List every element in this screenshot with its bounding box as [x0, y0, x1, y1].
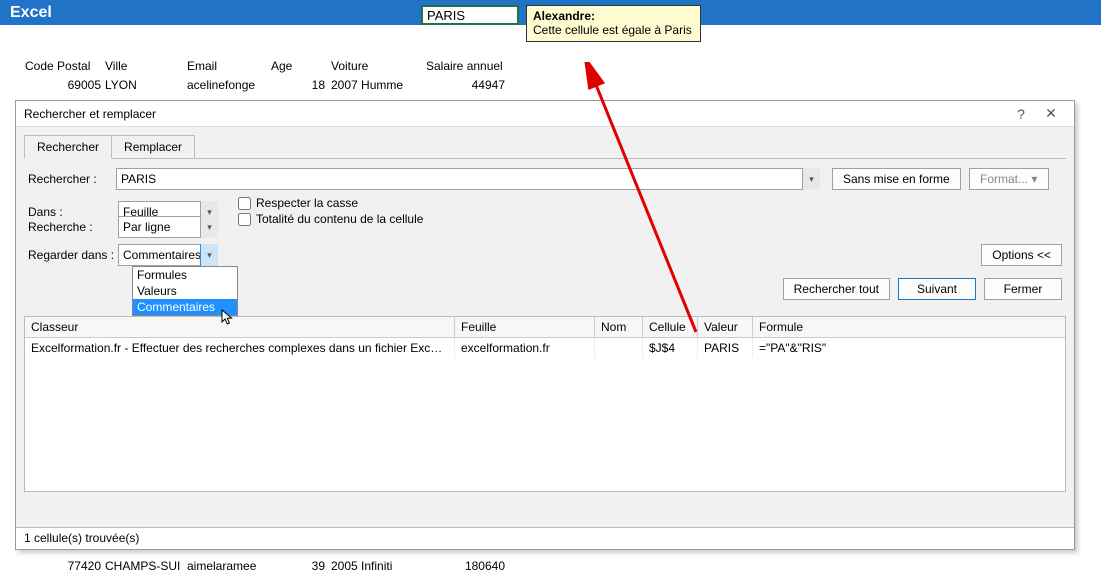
dialog-title: Rechercher et remplacer	[24, 107, 1006, 121]
cell-classeur: Excelformation.fr - Effectuer des recher…	[25, 338, 455, 358]
whole-checkbox[interactable]: Totalité du contenu de la cellule	[238, 212, 423, 226]
sheet-row[interactable]: 69005 LYON acelinefonge 18 2007 Humme 44…	[25, 77, 511, 93]
cell-voiture[interactable]: 2005 Infiniti	[331, 558, 426, 574]
chevron-down-icon: ▾	[1031, 172, 1037, 186]
cell-feuille: excelformation.fr	[455, 338, 595, 358]
comment-author: Alexandre:	[533, 9, 595, 23]
dropdown-item[interactable]: Valeurs	[133, 283, 237, 299]
comment-text: Cette cellule est égale à Paris	[533, 23, 692, 37]
col-nom[interactable]: Nom	[595, 317, 643, 337]
cell-and-comment: PARIS Alexandre: Cette cellule est égale…	[421, 5, 694, 42]
col-formule[interactable]: Formule	[753, 317, 1065, 337]
results-grid[interactable]: Classeur Feuille Nom Cellule Valeur Form…	[24, 316, 1066, 492]
find-replace-dialog: Rechercher et remplacer ? ✕ Rechercher R…	[15, 100, 1075, 550]
cell-nom	[595, 338, 643, 358]
cell-email[interactable]: acelinefonge	[187, 77, 271, 93]
cell-voiture[interactable]: 2007 Humme	[331, 77, 426, 93]
col-header[interactable]: Code Postal	[25, 58, 105, 74]
col-classeur[interactable]: Classeur	[25, 317, 455, 337]
help-button[interactable]: ?	[1006, 106, 1036, 122]
by-select[interactable]	[118, 216, 218, 238]
format-button[interactable]: Format... ▾	[969, 168, 1049, 190]
cell-cellule: $J$4	[643, 338, 698, 358]
in-label: Dans :	[28, 205, 118, 219]
col-feuille[interactable]: Feuille	[455, 317, 595, 337]
cell-valeur: PARIS	[698, 338, 753, 358]
cell-cp[interactable]: 69005	[25, 77, 105, 93]
cell-formule: ="PA"&"RIS"	[753, 338, 1065, 358]
cell-sal[interactable]: 44947	[426, 77, 511, 93]
dropdown-item-selected[interactable]: Commentaires	[133, 299, 237, 315]
result-row[interactable]: Excelformation.fr - Effectuer des recher…	[25, 338, 1065, 358]
col-cellule[interactable]: Cellule	[643, 317, 698, 337]
collapse-options-button[interactable]: Options <<	[981, 244, 1062, 266]
find-next-button[interactable]: Suivant	[898, 278, 976, 300]
dialog-tabs: Rechercher Remplacer	[16, 127, 1074, 159]
col-header[interactable]: Salaire annuel	[426, 58, 511, 74]
col-header[interactable]: Email	[187, 58, 271, 74]
dropdown-item[interactable]: Formules	[133, 267, 237, 283]
cell-age[interactable]: 39	[271, 558, 331, 574]
tab-replace[interactable]: Remplacer	[111, 135, 195, 159]
cell-cp[interactable]: 77420	[25, 558, 105, 574]
sheet-row[interactable]: 77420 CHAMPS-SUI aimelaramee 39 2005 Inf…	[25, 558, 511, 574]
dialog-statusbar: 1 cellule(s) trouvée(s)	[16, 527, 1074, 549]
col-valeur[interactable]: Valeur	[698, 317, 753, 337]
col-header[interactable]: Voiture	[331, 58, 426, 74]
lookin-dropdown[interactable]: Formules Valeurs Commentaires	[132, 266, 238, 316]
close-icon[interactable]: ✕	[1036, 105, 1066, 122]
lookin-select[interactable]	[118, 244, 218, 266]
by-label: Recherche :	[28, 220, 118, 234]
col-header[interactable]: Age	[271, 58, 331, 74]
search-label: Rechercher :	[28, 172, 116, 186]
format-button-label: Format...	[980, 172, 1028, 186]
find-all-button[interactable]: Rechercher tout	[783, 278, 890, 300]
no-format-button[interactable]: Sans mise en forme	[832, 168, 961, 190]
tab-search[interactable]: Rechercher	[24, 135, 112, 159]
grid-header[interactable]: Classeur Feuille Nom Cellule Valeur Form…	[25, 317, 1065, 338]
search-input[interactable]	[116, 168, 820, 190]
case-checkbox[interactable]: Respecter la casse	[238, 196, 423, 210]
col-header[interactable]: Ville	[105, 58, 187, 74]
dialog-titlebar[interactable]: Rechercher et remplacer ? ✕	[16, 101, 1074, 127]
cell-comment: Alexandre: Cette cellule est égale à Par…	[526, 5, 701, 42]
active-cell[interactable]: PARIS	[421, 5, 519, 25]
cell-ville[interactable]: LYON	[105, 77, 187, 93]
sheet-header-row: Code Postal Ville Email Age Voiture Sala…	[25, 58, 511, 74]
lookin-label: Regarder dans :	[28, 248, 118, 262]
cell-email[interactable]: aimelaramee	[187, 558, 271, 574]
cell-age[interactable]: 18	[271, 77, 331, 93]
cell-ville[interactable]: CHAMPS-SUI	[105, 558, 187, 574]
cell-sal[interactable]: 180640	[426, 558, 511, 574]
close-button[interactable]: Fermer	[984, 278, 1062, 300]
